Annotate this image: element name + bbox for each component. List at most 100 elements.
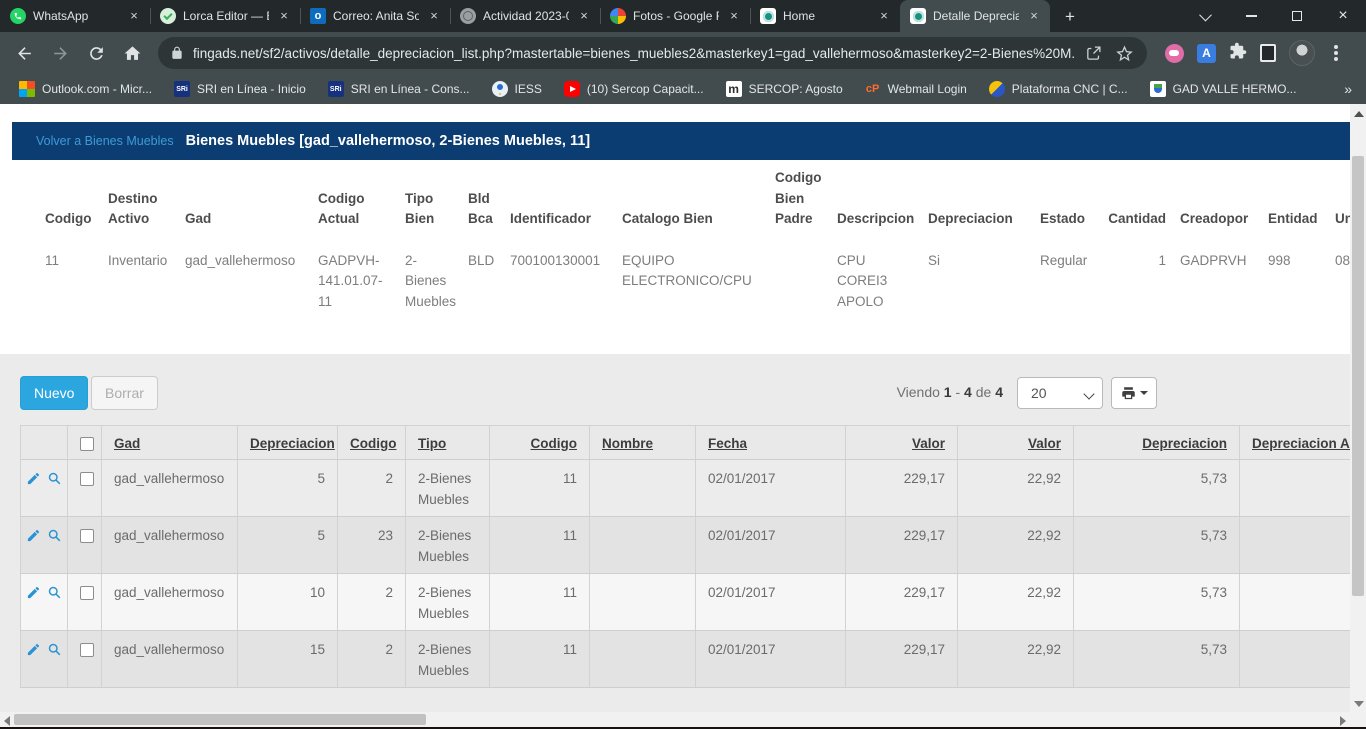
minimize-icon: [1246, 15, 1257, 17]
vertical-scrollbar-thumb[interactable]: [1352, 156, 1364, 596]
tab-close-button[interactable]: ×: [1026, 8, 1042, 24]
bookmark-item[interactable]: SRiSRI en Línea - Inicio: [165, 78, 315, 100]
scroll-right-arrow-icon[interactable]: [1340, 716, 1346, 726]
sort-link[interactable]: Valor Contable: [887, 436, 945, 459]
reader-extension-icon[interactable]: [1260, 44, 1276, 62]
profile-avatar[interactable]: [1289, 40, 1315, 66]
browser-tab[interactable]: oCorreo: Anita Sos×: [300, 0, 450, 32]
browser-menu-icon[interactable]: [1334, 51, 1338, 55]
back-to-bienes-muebles-link[interactable]: Volver a Bienes Muebles: [36, 134, 174, 148]
browser-tab[interactable]: WhatsApp×: [0, 0, 150, 32]
scroll-up-arrow-icon[interactable]: [1354, 111, 1364, 117]
horizontal-scrollbar[interactable]: [0, 712, 1350, 727]
bookmark-item[interactable]: GAD VALLE HERMO...: [1141, 78, 1306, 100]
table-row: gad_vallehermoso5232-Bienes Muebles1102/…: [20, 517, 1350, 574]
horizontal-scrollbar-thumb[interactable]: [14, 714, 426, 725]
maximize-button[interactable]: [1274, 0, 1320, 32]
lorca-favicon: [160, 8, 176, 24]
forward-button[interactable]: [44, 37, 76, 69]
address-bar[interactable]: fingads.net/sf2/activos/detalle_deprecia…: [158, 37, 1147, 69]
table-cell: [590, 631, 696, 687]
row-checkbox[interactable]: [80, 529, 94, 543]
home-button[interactable]: [116, 37, 148, 69]
reload-button[interactable]: [80, 37, 112, 69]
browser-tab[interactable]: Home×: [750, 0, 900, 32]
borrar-button[interactable]: Borrar: [91, 376, 158, 410]
tab-close-button[interactable]: ×: [126, 8, 142, 24]
edit-pencil-icon[interactable]: [26, 471, 41, 493]
tab-close-button[interactable]: ×: [276, 8, 292, 24]
select-all-checkbox[interactable]: [80, 437, 94, 451]
edit-pencil-icon[interactable]: [26, 642, 41, 664]
row-actions-cell: [20, 460, 68, 516]
detail-column-header: Fecha depreciación: [696, 426, 846, 459]
scroll-left-arrow-icon[interactable]: [4, 716, 10, 726]
sort-link[interactable]: Gad: [114, 436, 140, 451]
bookmark-star-icon[interactable]: [1116, 45, 1133, 62]
view-magnifier-icon[interactable]: [47, 642, 62, 664]
sort-link[interactable]: Depreciacion: [250, 436, 335, 451]
view-magnifier-icon[interactable]: [47, 471, 62, 493]
pink-extension-icon[interactable]: [1165, 44, 1184, 63]
table-cell: 2-Bienes Muebles: [406, 631, 490, 687]
back-button[interactable]: [8, 37, 40, 69]
table-cell: 2-Bienes Muebles: [406, 574, 490, 630]
view-magnifier-icon[interactable]: [47, 585, 62, 607]
sort-link[interactable]: Tipo Bien: [418, 436, 447, 459]
new-tab-button[interactable]: +: [1056, 4, 1084, 32]
bookmark-item[interactable]: mSERCOP: Agosto: [717, 78, 852, 100]
tab-close-button[interactable]: ×: [426, 8, 442, 24]
browser-tab[interactable]: Detalle Deprecia×: [900, 0, 1050, 32]
browser-tab[interactable]: Fotos - Google F×: [600, 0, 750, 32]
table-cell: 02/01/2017: [696, 460, 846, 516]
sort-link[interactable]: Nombre Bien: [602, 436, 653, 459]
view-magnifier-icon[interactable]: [47, 528, 62, 550]
minimize-button[interactable]: [1228, 0, 1274, 32]
back-arrow-icon: [15, 44, 34, 63]
row-checkbox-cell: [68, 517, 102, 573]
close-window-button[interactable]: ×: [1320, 0, 1366, 32]
tab-close-button[interactable]: ×: [576, 8, 592, 24]
chevron-down-icon: [1199, 8, 1212, 21]
bookmark-item[interactable]: IESS: [483, 78, 551, 100]
table-cell: 02/01/2017: [696, 631, 846, 687]
nuevo-button[interactable]: Nuevo: [20, 376, 88, 410]
tab-close-button[interactable]: ×: [726, 8, 742, 24]
browser-tab[interactable]: Actividad 2023-0×: [450, 0, 600, 32]
row-checkbox[interactable]: [80, 586, 94, 600]
row-checkbox[interactable]: [80, 472, 94, 486]
print-button[interactable]: [1111, 377, 1157, 409]
master-column-header: Descripcion: [837, 209, 928, 229]
bookmark-item[interactable]: Outlook.com - Micr...: [10, 78, 161, 100]
page-size-select[interactable]: 20: [1017, 377, 1103, 409]
sort-link[interactable]: Depreciacion Mensual: [1142, 436, 1227, 459]
sort-link[interactable]: Codigo Bien: [531, 436, 578, 459]
table-cell: 2: [338, 631, 406, 687]
tab-close-button[interactable]: ×: [876, 8, 892, 24]
bookmark-item[interactable]: SRiSRI en Línea - Cons...: [319, 78, 479, 100]
bookmarks-overflow-chevron[interactable]: »: [1334, 81, 1362, 97]
extensions-puzzle-icon[interactable]: [1229, 42, 1247, 65]
master-column-header: Tipo Bien: [405, 189, 468, 230]
tab-title: Lorca Editor — El: [183, 9, 269, 23]
bookmark-label: IESS: [515, 82, 542, 96]
scroll-down-arrow-icon[interactable]: [1354, 701, 1364, 707]
row-checkbox-cell: [68, 631, 102, 687]
vertical-scrollbar[interactable]: [1350, 104, 1366, 712]
row-checkbox[interactable]: [80, 643, 94, 657]
sort-link[interactable]: Valor Residual: [1005, 436, 1061, 459]
translate-extension-icon[interactable]: A: [1197, 44, 1216, 63]
bookmark-item[interactable]: Plataforma CNC | C...: [980, 78, 1137, 100]
edit-pencil-icon[interactable]: [26, 585, 41, 607]
bookmark-item[interactable]: cPWebmail Login: [856, 78, 976, 100]
table-cell: 5,73: [1074, 460, 1240, 516]
tab-search-button[interactable]: [1182, 0, 1228, 32]
share-icon[interactable]: [1085, 45, 1102, 62]
sort-link[interactable]: Fecha depreciación: [708, 436, 791, 459]
sort-link[interactable]: Depreciacion Acu: [1252, 436, 1350, 451]
generic-favicon: [460, 8, 476, 24]
edit-pencil-icon[interactable]: [26, 528, 41, 550]
browser-tab[interactable]: Lorca Editor — El ×: [150, 0, 300, 32]
sort-link[interactable]: Codigo: [350, 436, 397, 451]
bookmark-item[interactable]: (10) Sercop Capacit...: [555, 78, 713, 100]
